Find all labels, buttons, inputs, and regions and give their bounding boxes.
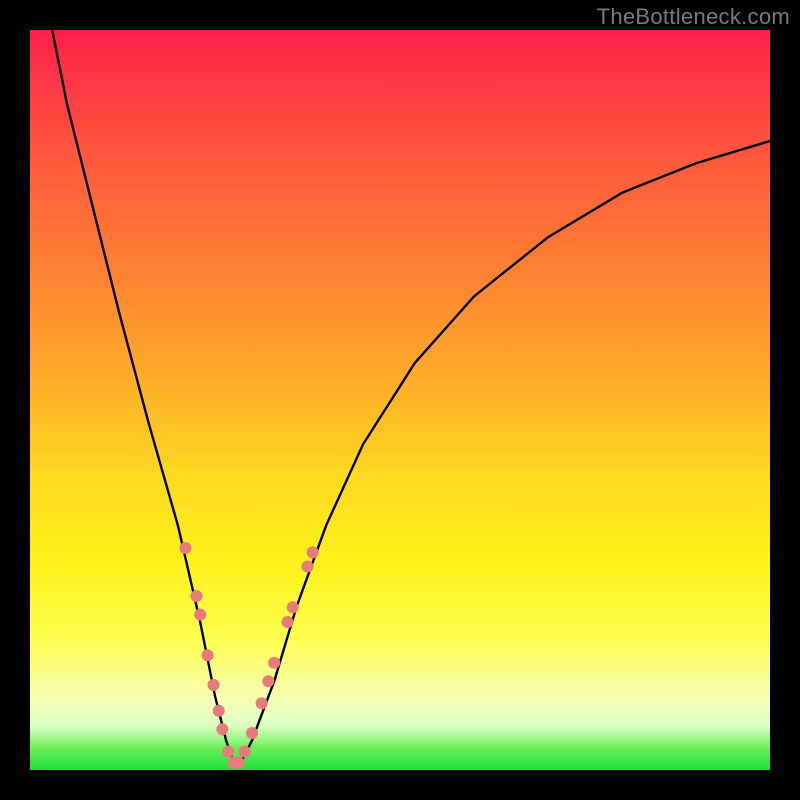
highlight-point (208, 679, 220, 691)
highlight-point (194, 609, 206, 621)
highlight-point (256, 697, 268, 709)
plot-area (30, 30, 770, 770)
highlight-point (213, 705, 225, 717)
bottleneck-curve (52, 30, 770, 763)
chart-frame: TheBottleneck.com (0, 0, 800, 800)
highlight-point (239, 746, 251, 758)
highlight-point (202, 649, 214, 661)
highlight-point (282, 616, 294, 628)
highlight-point (222, 746, 234, 758)
highlight-point (191, 590, 203, 602)
curve-svg (30, 30, 770, 770)
watermark-text: TheBottleneck.com (597, 4, 790, 30)
highlight-point (262, 675, 274, 687)
highlight-point (302, 561, 314, 573)
highlight-point (287, 601, 299, 613)
highlight-point (233, 757, 245, 769)
highlight-point (246, 727, 258, 739)
highlight-point (268, 657, 280, 669)
highlight-point (216, 723, 228, 735)
highlight-points (179, 542, 318, 769)
highlight-point (179, 542, 191, 554)
highlight-point (307, 546, 319, 558)
